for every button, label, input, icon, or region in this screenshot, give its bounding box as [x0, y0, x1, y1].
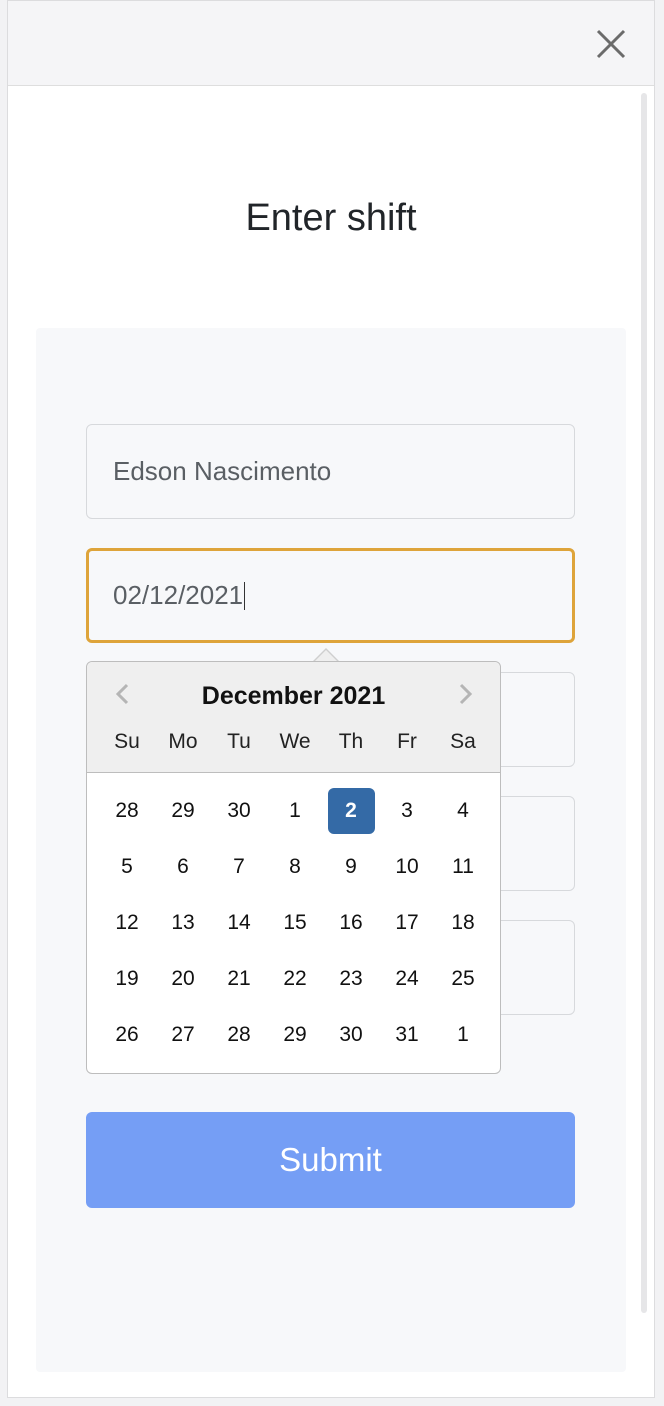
- day-cell[interactable]: 30: [323, 1012, 379, 1058]
- day-cell[interactable]: 1: [435, 1012, 491, 1058]
- day-number: 29: [283, 1023, 307, 1046]
- day-number: 1: [457, 1023, 469, 1046]
- day-number: 22: [283, 967, 307, 990]
- day-cell[interactable]: 19: [99, 956, 155, 1002]
- day-number: 11: [452, 855, 474, 878]
- day-number: 30: [339, 1023, 363, 1046]
- day-cell[interactable]: 18: [435, 900, 491, 946]
- day-cell[interactable]: 22: [267, 956, 323, 1002]
- week-row: 26 27 28 29 30 31 1: [99, 1012, 491, 1068]
- weekday-label: Tu: [227, 730, 251, 753]
- day-cell[interactable]: 1: [267, 788, 323, 834]
- day-cell[interactable]: 23: [323, 956, 379, 1002]
- day-cell[interactable]: 17: [379, 900, 435, 946]
- day-cell[interactable]: 4: [435, 788, 491, 834]
- next-month-button[interactable]: [447, 676, 483, 712]
- day-number: 17: [395, 911, 419, 934]
- day-cell[interactable]: 9: [323, 844, 379, 890]
- day-number: 15: [283, 911, 307, 934]
- weekday-label: Th: [338, 730, 364, 753]
- day-number: 7: [233, 855, 245, 878]
- day-number: 2: [327, 788, 375, 834]
- day-number: 23: [339, 967, 363, 990]
- weekday-label: We: [279, 730, 311, 753]
- week-row: 19 20 21 22 23 24 25: [99, 956, 491, 1012]
- datepicker-month-title[interactable]: December 2021: [87, 682, 500, 711]
- close-icon: [596, 29, 626, 59]
- day-cell[interactable]: 26: [99, 1012, 155, 1058]
- day-cell[interactable]: 6: [155, 844, 211, 890]
- page-title: Enter shift: [245, 197, 417, 239]
- day-number: 16: [339, 911, 363, 934]
- week-row: 5 6 7 8 9 10 11: [99, 844, 491, 900]
- weekday-label: Fr: [397, 730, 417, 753]
- day-cell[interactable]: 20: [155, 956, 211, 1002]
- day-cell[interactable]: 16: [323, 900, 379, 946]
- day-cell[interactable]: 25: [435, 956, 491, 1002]
- date-field-value: 02/12/2021: [113, 580, 244, 610]
- day-number: 19: [115, 967, 139, 990]
- day-cell[interactable]: 28: [211, 1012, 267, 1058]
- weekday-header-row: Su Mo Tu We Th Fr Sa: [99, 730, 491, 754]
- day-number: 6: [177, 855, 189, 878]
- day-number: 14: [227, 911, 251, 934]
- day-number: 31: [395, 1023, 419, 1046]
- day-number: 12: [115, 911, 139, 934]
- day-number: 13: [171, 911, 195, 934]
- day-cell[interactable]: 27: [155, 1012, 211, 1058]
- submit-button[interactable]: Submit: [86, 1112, 575, 1208]
- day-number: 28: [115, 799, 139, 822]
- date-field[interactable]: 02/12/2021: [86, 548, 575, 643]
- day-number: 28: [227, 1023, 251, 1046]
- name-field[interactable]: [86, 424, 575, 519]
- day-number: 27: [171, 1023, 195, 1046]
- day-cell[interactable]: 28: [99, 788, 155, 834]
- dialog-header-bar: [8, 1, 654, 86]
- day-cell[interactable]: 30: [211, 788, 267, 834]
- week-row: 28 29 30 1 2 3 4: [99, 788, 491, 844]
- weekday-label: Su: [114, 730, 140, 753]
- day-number: 9: [345, 855, 357, 878]
- chevron-right-icon: [459, 683, 473, 705]
- day-cell[interactable]: 29: [155, 788, 211, 834]
- day-cell[interactable]: 13: [155, 900, 211, 946]
- day-cell-selected[interactable]: 2: [323, 788, 379, 834]
- datepicker-days-grid: 28 29 30 1 2 3 4 5 6 7 8 9 10 11 12 13 14 15 16 17 18 19 20 21 2…: [99, 788, 491, 1068]
- day-number: 4: [457, 799, 469, 822]
- day-number: 25: [451, 967, 475, 990]
- day-cell[interactable]: 7: [211, 844, 267, 890]
- day-cell[interactable]: 10: [379, 844, 435, 890]
- day-number: 8: [289, 855, 301, 878]
- day-cell[interactable]: 3: [379, 788, 435, 834]
- day-number: 24: [395, 967, 419, 990]
- day-number: 20: [171, 967, 195, 990]
- close-button[interactable]: [594, 27, 628, 61]
- weekday-label: Mo: [168, 730, 198, 753]
- day-number: 10: [395, 855, 419, 878]
- day-cell[interactable]: 14: [211, 900, 267, 946]
- day-cell[interactable]: 31: [379, 1012, 435, 1058]
- day-cell[interactable]: 5: [99, 844, 155, 890]
- day-cell[interactable]: 12: [99, 900, 155, 946]
- day-number: 26: [115, 1023, 139, 1046]
- day-cell[interactable]: 21: [211, 956, 267, 1002]
- datepicker: December 2021 Su Mo Tu We Th Fr Sa 28 29 30 1 2 3 4 5…: [86, 661, 501, 1074]
- scrollbar[interactable]: [641, 93, 647, 1313]
- datepicker-header: December 2021 Su Mo Tu We Th Fr Sa: [87, 662, 500, 773]
- weekday-label: Sa: [450, 730, 476, 753]
- day-number: 1: [289, 799, 301, 822]
- day-number: 18: [451, 911, 475, 934]
- day-number: 5: [121, 855, 133, 878]
- week-row: 12 13 14 15 16 17 18: [99, 900, 491, 956]
- day-number: 21: [227, 967, 251, 990]
- day-cell[interactable]: 29: [267, 1012, 323, 1058]
- day-cell[interactable]: 24: [379, 956, 435, 1002]
- day-number: 30: [227, 799, 251, 822]
- text-cursor: [244, 581, 246, 610]
- day-cell[interactable]: 15: [267, 900, 323, 946]
- day-number: 3: [401, 799, 413, 822]
- day-cell[interactable]: 8: [267, 844, 323, 890]
- day-cell[interactable]: 11: [435, 844, 491, 890]
- day-number: 29: [171, 799, 195, 822]
